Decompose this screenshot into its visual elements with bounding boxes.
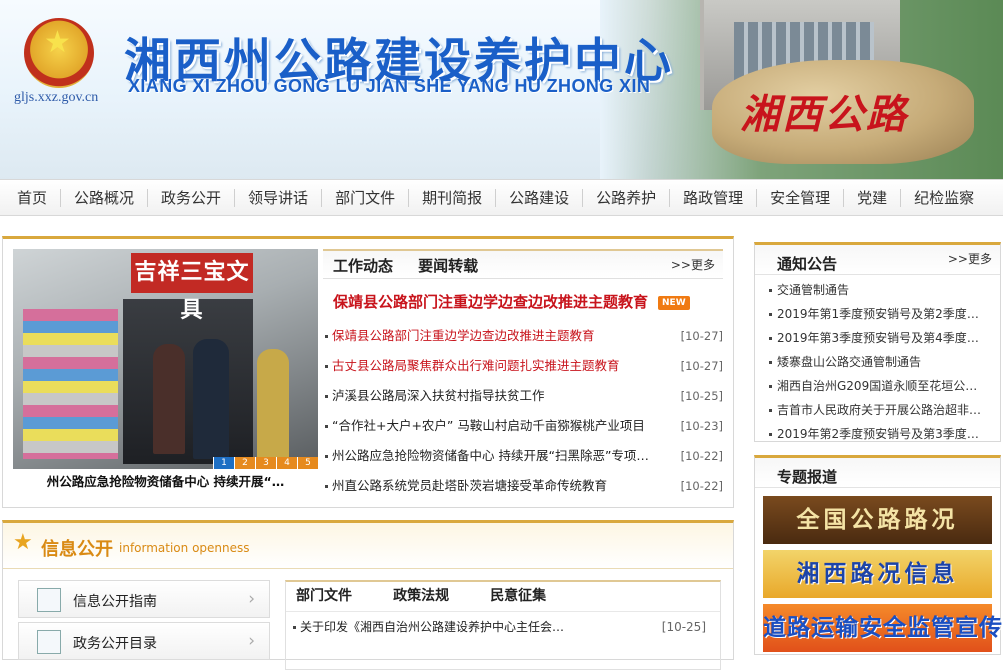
banner-national-road-status[interactable]: 全国公路路况 <box>763 496 992 544</box>
news-more-link[interactable]: >>更多 <box>671 256 715 273</box>
rock-inscription: 湘西公路 <box>740 92 908 137</box>
notice-item[interactable]: 2019年第2季度预安销号及第3季度工… <box>755 422 1000 446</box>
slide-dot-3[interactable]: 3 <box>255 457 276 469</box>
banner-xiangxi-road-info[interactable]: 湘西路况信息 <box>763 550 992 598</box>
news-item[interactable]: 州公路应急抢险物资储备中心 持续开展“扫黑除恶”专项… [10-22] <box>323 441 723 471</box>
slide-dot-2[interactable]: 2 <box>234 457 255 469</box>
news-list: 保靖县公路部门注重边学边查边改推进主题教育 [10-27] 古丈县公路局聚焦群众出… <box>323 321 723 501</box>
topic-title: 专题报道 <box>777 468 838 486</box>
document-add-icon <box>37 588 61 612</box>
main-nav: 首页 公路概况 政务公开 领导讲话 部门文件 期刊简报 公路建设 公路养护 路政… <box>0 179 1003 216</box>
news-item[interactable]: 古丈县公路局聚焦群众出行难问题扎实推进主题教育 [10-27] <box>323 351 723 381</box>
tab-public-opinion[interactable]: 民意征集 <box>490 582 546 610</box>
news-item[interactable]: 州直公路系统党员赴塔卧茨岩塘接受革命传统教育 [10-22] <box>323 471 723 501</box>
slide-dot-1[interactable]: 1 <box>213 457 234 469</box>
nav-discipline[interactable]: 纪检监察 <box>901 189 987 207</box>
notice-item[interactable]: 湘西自治州G209国道永顺至花垣公路… <box>755 374 1000 398</box>
doc-box: 部门文件 政策法规 民意征集 关于印发《湘西自治州公路建设养护中心主任会… [1… <box>285 580 721 670</box>
slide-person <box>153 344 185 454</box>
site-title-pinyin: XIANG XI ZHOU GONG LU JIAN SHE YANG HU Z… <box>128 76 651 96</box>
national-emblem-icon[interactable]: ★ <box>24 18 94 88</box>
slide-person <box>257 349 289 459</box>
headline-text: 保靖县公路部门注重边学边查边改推进主题教育 <box>333 293 649 311</box>
notice-panel: 通知公告 >>更多 交通管制通告 2019年第1季度预安销号及第2季度工… 20… <box>754 242 1001 442</box>
notice-item[interactable]: 矮寨盘山公路交通管制通告 <box>755 350 1000 374</box>
info-catalog-button[interactable]: 政务公开目录 › <box>18 622 270 660</box>
nav-road-maintenance[interactable]: 公路养护 <box>583 188 671 207</box>
tab-policy[interactable]: 政策法规 <box>393 582 449 610</box>
chevron-right-icon: › <box>248 589 255 609</box>
news-headline[interactable]: 保靖县公路部门注重边学边查边改推进主题教育 NEW <box>323 291 723 313</box>
tab-reprint-news[interactable]: 要闻转载 <box>408 251 488 281</box>
info-guide-label: 信息公开指南 <box>73 594 157 610</box>
catalog-icon <box>37 630 61 654</box>
nav-safety[interactable]: 安全管理 <box>757 188 845 207</box>
site-header: 湘西公路 ★ gljs.xxz.gov.cn 湘西州公路建设养护中心 XIANG… <box>0 0 1003 180</box>
news-item[interactable]: 泸溪县公路局深入扶贫村指导扶贫工作 [10-25] <box>323 381 723 411</box>
news-panel: 吉祥三宝文具 1 2 3 4 5 州公路应急抢险物资储备中心 持续开展“… 工作… <box>2 236 734 508</box>
info-catalog-label: 政务公开目录 <box>73 636 157 652</box>
nav-home[interactable]: 首页 <box>4 188 62 207</box>
chevron-right-icon: › <box>248 631 255 651</box>
info-header: ★ 信息公开 information openness <box>3 523 733 569</box>
notice-item[interactable]: 交通管制通告 <box>755 278 1000 302</box>
notice-header: 通知公告 >>更多 <box>755 245 1000 275</box>
nav-leader-speech[interactable]: 领导讲话 <box>235 188 323 207</box>
news-tabs: 工作动态 要闻转载 >>更多 <box>323 249 723 279</box>
slide-dot-5[interactable]: 5 <box>297 457 318 469</box>
news-item[interactable]: 保靖县公路部门注重边学边查边改推进主题教育 [10-27] <box>323 321 723 351</box>
info-title: 信息公开 <box>41 539 113 560</box>
info-subtitle: information openness <box>119 541 250 555</box>
notice-item[interactable]: 2019年第1季度预安销号及第2季度工… <box>755 302 1000 326</box>
topic-panel: 专题报道 全国公路路况 湘西路况信息 道路运输安全监管宣传 <box>754 455 1002 655</box>
news-item[interactable]: “合作社+大户+农户” 马鞍山村启动千亩猕猴桃产业项目 [10-23] <box>323 411 723 441</box>
star-icon: ★ <box>13 530 33 555</box>
notice-list: 交通管制通告 2019年第1季度预安销号及第2季度工… 2019年第3季度预安销… <box>755 275 1000 446</box>
nav-gov-affairs[interactable]: 政务公开 <box>148 188 236 207</box>
info-guide-button[interactable]: 信息公开指南 › <box>18 580 270 618</box>
slide-person <box>193 339 229 459</box>
notice-item[interactable]: 2019年第3季度预安销号及第4季度工… <box>755 326 1000 350</box>
slide-caption[interactable]: 州公路应急抢险物资储备中心 持续开展“… <box>13 471 318 490</box>
nav-road-admin[interactable]: 路政管理 <box>670 188 758 207</box>
new-badge: NEW <box>658 295 690 310</box>
news-box: 工作动态 要闻转载 >>更多 保靖县公路部门注重边学边查边改推进主题教育 NEW … <box>323 249 723 501</box>
nav-road-construction[interactable]: 公路建设 <box>496 188 584 207</box>
notice-more-link[interactable]: >>更多 <box>948 250 992 267</box>
nav-bulletin[interactable]: 期刊简报 <box>409 188 497 207</box>
notice-title: 通知公告 <box>777 255 838 273</box>
news-slideshow[interactable]: 吉祥三宝文具 1 2 3 4 5 <box>13 249 318 469</box>
tab-work-news[interactable]: 工作动态 <box>323 251 403 281</box>
slide-shop-sign: 吉祥三宝文具 <box>131 253 253 322</box>
banner-transport-safety[interactable]: 道路运输安全监管宣传 <box>763 604 1002 652</box>
nav-overview[interactable]: 公路概况 <box>61 188 149 207</box>
slide-dot-4[interactable]: 4 <box>276 457 297 469</box>
nav-party[interactable]: 党建 <box>844 188 902 207</box>
doc-item[interactable]: 关于印发《湘西自治州公路建设养护中心主任会… [10-25] <box>286 612 720 642</box>
slide-shelf <box>23 309 118 459</box>
topic-header: 专题报道 <box>755 458 1000 488</box>
tab-dept-docs[interactable]: 部门文件 <box>296 582 352 610</box>
slide-pager: 1 2 3 4 5 <box>213 457 318 469</box>
doc-tabs: 部门文件 政策法规 民意征集 <box>286 582 720 612</box>
info-panel: ★ 信息公开 information openness 信息公开指南 › 政务公… <box>2 520 734 670</box>
notice-item[interactable]: 吉首市人民政府关于开展公路治超非… <box>755 398 1000 422</box>
site-domain: gljs.xxz.gov.cn <box>14 90 99 105</box>
nav-dept-docs[interactable]: 部门文件 <box>322 188 410 207</box>
